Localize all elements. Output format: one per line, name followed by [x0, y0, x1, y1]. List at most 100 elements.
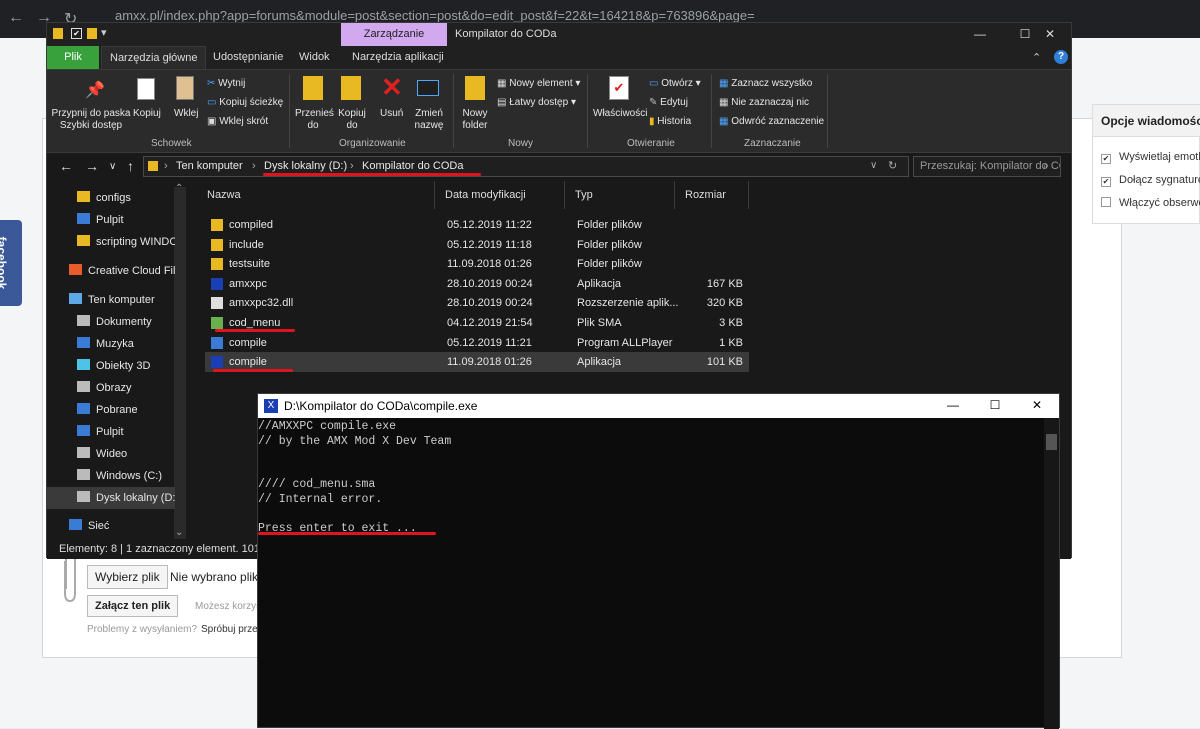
- checkbox-checked-icon[interactable]: ✔: [1101, 177, 1111, 187]
- copy-path-button[interactable]: ▭ Kopiuj ścieżkę: [207, 97, 283, 109]
- properties-quick-icon[interactable]: ✔: [71, 28, 82, 39]
- scissors-icon: ✂: [207, 78, 216, 89]
- copy-to-button[interactable]: Kopiuj do: [335, 108, 369, 132]
- column-size[interactable]: Rozmiar: [675, 181, 749, 209]
- rename-button[interactable]: Zmień nazwę: [413, 108, 445, 132]
- recent-dropdown-icon[interactable]: ∨: [109, 161, 116, 172]
- pin-quick-access-button[interactable]: Przypnij do paska Szybki dostęp: [51, 108, 131, 132]
- help-icon[interactable]: ?: [1054, 50, 1068, 64]
- back-icon[interactable]: ←: [59, 158, 73, 174]
- file-size: 101 KB: [706, 356, 743, 369]
- paste-button[interactable]: Wklej: [174, 108, 198, 120]
- nav-item-sieć[interactable]: Sieć: [47, 515, 175, 537]
- cut-button[interactable]: ✂ Wytnij: [207, 78, 245, 90]
- nav-item-ten-komputer[interactable]: Ten komputer: [47, 289, 175, 311]
- new-item-button[interactable]: ▦ Nowy element ▾: [497, 78, 580, 90]
- forward-icon[interactable]: →: [85, 158, 99, 174]
- attach-file-button[interactable]: Załącz ten plik: [87, 595, 179, 617]
- nav-item-pobrane[interactable]: Pobrane: [47, 399, 175, 421]
- file-row[interactable]: testsuite 11.09.2018 01:26 Folder plików: [205, 254, 749, 274]
- nav-item-label: Sieć: [88, 520, 110, 532]
- file-row[interactable]: amxxpc 28.10.2019 00:24 Aplikacja 167 KB: [205, 274, 749, 294]
- option-signature[interactable]: ✔ Dołącz sygnaturę: [1101, 174, 1200, 187]
- nav-item-creative-cloud-files[interactable]: Creative Cloud Files: [47, 260, 175, 282]
- select-all-button[interactable]: ▦ Zaznacz wszystko: [719, 78, 812, 90]
- column-type[interactable]: Typ: [565, 181, 675, 209]
- search-input[interactable]: Przeszukaj: Kompilator do CODa: [913, 156, 1061, 177]
- nav-scrollbar[interactable]: ⌃ ⌄: [174, 183, 186, 539]
- collapse-ribbon-icon[interactable]: ⌃: [1032, 51, 1041, 64]
- new-folder-quick-icon[interactable]: [87, 28, 97, 39]
- file-row[interactable]: compiled 05.12.2019 11:22 Folder plików: [205, 215, 749, 235]
- file-name: compile: [229, 356, 267, 369]
- column-date[interactable]: Data modyfikacji: [435, 181, 565, 209]
- refresh-icon[interactable]: ↻: [888, 159, 897, 172]
- nav-item-wideo[interactable]: Wideo: [47, 443, 175, 465]
- properties-button[interactable]: Właściwości: [593, 108, 647, 120]
- checkbox-checked-icon[interactable]: ✔: [1101, 154, 1111, 164]
- try-link[interactable]: Spróbuj przez: [201, 624, 263, 635]
- address-box[interactable]: › Ten komputer › Dysk lokalny (D:) › Kom…: [143, 156, 909, 177]
- nav-item-windows-c-[interactable]: Windows (C:): [47, 465, 175, 487]
- file-row[interactable]: include 05.12.2019 11:18 Folder plików: [205, 235, 749, 255]
- address-dropdown-icon[interactable]: ∨: [870, 160, 877, 171]
- file-type: Rozszerzenie aplik...: [577, 297, 679, 310]
- minimize-icon[interactable]: —: [957, 23, 1003, 46]
- history-button[interactable]: ▮ Historia: [649, 116, 691, 128]
- nav-item-scripting-windows[interactable]: scripting WINDOWS: [47, 231, 175, 253]
- manage-ribbon-tab[interactable]: Zarządzanie: [341, 23, 447, 46]
- delete-button[interactable]: Usuń: [380, 108, 403, 120]
- nav-item-dokumenty[interactable]: Dokumenty: [47, 311, 175, 333]
- tab-plik[interactable]: Plik: [47, 46, 99, 69]
- tab-app-tools[interactable]: Narzędzia aplikacji: [344, 46, 452, 69]
- nav-item-pulpit[interactable]: Pulpit: [47, 421, 175, 443]
- nav-icon: [77, 403, 90, 414]
- nav-item-dysk-lokalny-d-[interactable]: Dysk lokalny (D:): [47, 487, 175, 509]
- new-folder-button[interactable]: Nowy folder: [459, 108, 491, 132]
- nav-item-configs[interactable]: configs: [47, 187, 175, 209]
- file-name: compiled: [229, 219, 274, 231]
- nav-item-obrazy[interactable]: Obrazy: [47, 377, 175, 399]
- copy-button[interactable]: Kopiuj: [133, 108, 161, 120]
- nav-item-pulpit[interactable]: Pulpit: [47, 209, 175, 231]
- checkbox-icon[interactable]: [1101, 197, 1111, 207]
- breadcrumb-this-pc[interactable]: Ten komputer: [176, 160, 243, 172]
- nav-icon: [69, 293, 82, 304]
- edit-button[interactable]: ✎ Edytuj: [649, 97, 688, 109]
- breadcrumb-drive-d[interactable]: Dysk lokalny (D:): [264, 160, 347, 172]
- minimize-icon[interactable]: —: [930, 394, 976, 417]
- close-icon[interactable]: ✕: [1014, 394, 1060, 417]
- easy-access-icon: ▤: [497, 97, 507, 108]
- console-scrollbar[interactable]: [1044, 418, 1059, 729]
- back-icon[interactable]: ←: [8, 9, 24, 27]
- up-icon[interactable]: ↑: [127, 158, 134, 174]
- column-name[interactable]: Nazwa: [197, 181, 435, 209]
- file-name: testsuite: [229, 258, 270, 271]
- open-button[interactable]: ▭ Otwórz ▾: [649, 78, 701, 90]
- address-bar[interactable]: amxx.pl/index.php?app=forums&module=post…: [115, 8, 755, 23]
- facebook-tab[interactable]: facebook: [0, 220, 22, 306]
- easy-access-button[interactable]: ▤ Łatwy dostęp ▾: [497, 97, 576, 109]
- choose-file-button[interactable]: Wybierz plik: [87, 565, 168, 589]
- invert-selection-button[interactable]: ▦ Odwróć zaznaczenie: [719, 116, 824, 128]
- nav-item-label: scripting WINDOWS: [96, 236, 175, 248]
- file-row[interactable]: amxxpc32.dll 28.10.2019 00:24 Rozszerzenie…: [205, 293, 749, 313]
- option-emoticons[interactable]: ✔ Wyświetlaj emotki: [1101, 151, 1200, 164]
- nav-item-obiekty-3d[interactable]: Obiekty 3D: [47, 355, 175, 377]
- move-to-button[interactable]: Przenieś do: [295, 108, 334, 132]
- option-follow[interactable]: Włączyć obserwowanie: [1101, 197, 1200, 209]
- tab-home[interactable]: Narzędzia główne: [101, 46, 207, 69]
- nav-icon: [69, 519, 82, 530]
- maximize-icon[interactable]: ☐: [972, 394, 1018, 417]
- select-none-button[interactable]: ▦ Nie zaznaczaj nic: [719, 97, 809, 109]
- tab-view[interactable]: Widok: [291, 46, 338, 69]
- nav-item-muzyka[interactable]: Muzyka: [47, 333, 175, 355]
- tab-share[interactable]: Udostępnianie: [205, 46, 291, 69]
- close-icon[interactable]: ✕: [1027, 23, 1073, 46]
- paste-shortcut-button[interactable]: ▣ Wklej skrót: [207, 116, 268, 128]
- quick-access-dropdown-icon[interactable]: ▾: [101, 26, 107, 39]
- file-name: cod_menu: [229, 317, 281, 329]
- chevron-right-icon: ›: [252, 160, 256, 172]
- file-row[interactable]: compile 05.12.2019 11:21 Program ALLPlayer…: [205, 333, 749, 353]
- breadcrumb-folder[interactable]: Kompilator do CODa: [362, 160, 464, 172]
